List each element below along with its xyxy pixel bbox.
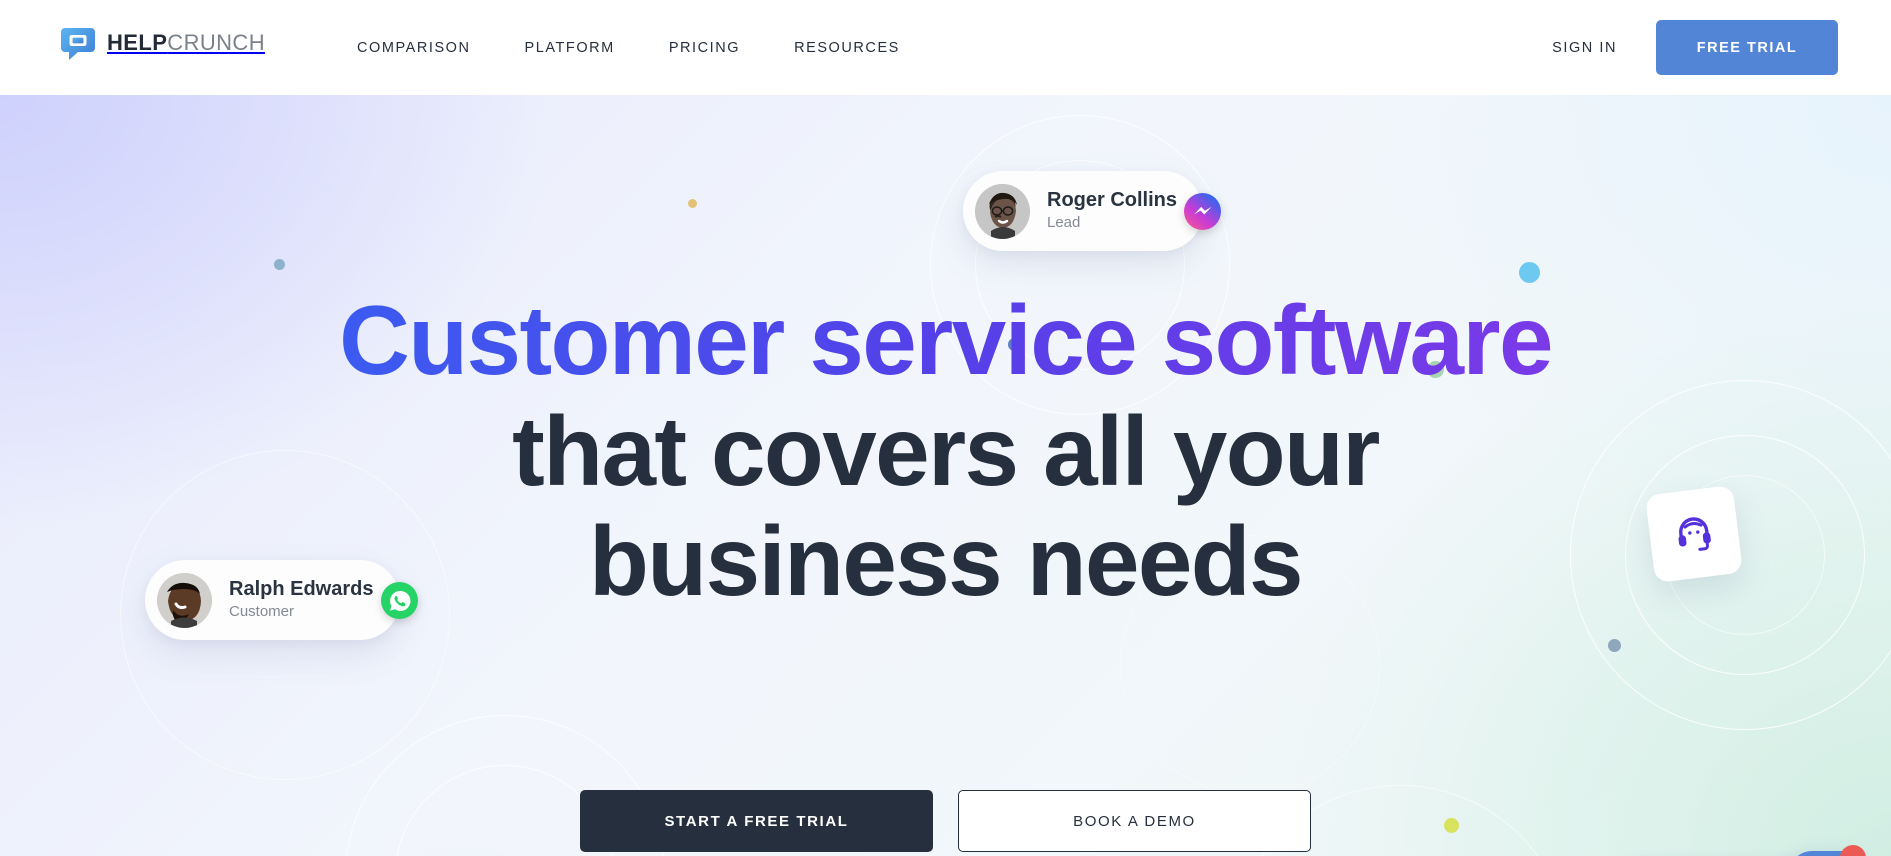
decor-dot-gray [1608, 639, 1621, 652]
decor-dot-yellow [688, 199, 697, 208]
decor-dot-blue-gray [274, 259, 285, 270]
person-card-ralph-edwards[interactable]: Ralph Edwards Customer [145, 560, 418, 640]
hero-section: Customer service software that covers al… [0, 95, 1891, 856]
person-role: Customer [229, 603, 295, 621]
person-info: Ralph Edwards Customer [229, 577, 373, 623]
free-trial-button[interactable]: FREE TRIAL [1656, 20, 1838, 75]
logo-bold-text: HELP [107, 30, 168, 55]
messenger-icon [1184, 193, 1221, 230]
chat-bubble-logo-icon [60, 25, 96, 61]
main-navigation: COMPARISON PLATFORM PRICING RESOURCES [330, 0, 927, 95]
nav-item-pricing[interactable]: PRICING [642, 40, 767, 56]
person-card-roger-collins[interactable]: Roger Collins Lead [963, 171, 1221, 251]
headline-line-2: that covers all your [512, 395, 1380, 506]
avatar [157, 572, 212, 628]
book-a-demo-button[interactable]: BOOK A DEMO [958, 790, 1311, 852]
sign-in-link[interactable]: SIGN IN [1552, 40, 1617, 56]
support-headset-icon [1669, 507, 1719, 561]
logo-light-text: CRUNCH [167, 30, 266, 55]
headline-line-3: business needs [589, 506, 1303, 617]
nav-item-resources[interactable]: RESOURCES [767, 40, 927, 56]
person-name: Ralph Edwards [229, 578, 374, 601]
start-free-trial-button[interactable]: START A FREE TRIAL [580, 790, 933, 852]
header-actions: SIGN IN FREE TRIAL [1552, 0, 1838, 95]
person-info: Roger Collins Lead [1047, 188, 1177, 234]
hero-cta-row: START A FREE TRIAL BOOK A DEMO [0, 790, 1891, 852]
nav-item-comparison[interactable]: COMPARISON [330, 40, 498, 56]
logo-wordmark: HELPCRUNCH [107, 32, 265, 54]
decor-dot-lightblue [1519, 262, 1540, 283]
logo-link[interactable]: HELPCRUNCH [60, 25, 265, 61]
tile-support-headset [1644, 484, 1744, 584]
site-header: HELPCRUNCH COMPARISON PLATFORM PRICING R… [0, 0, 1891, 95]
nav-item-platform[interactable]: PLATFORM [498, 40, 642, 56]
headline-line-1: Customer service software [339, 285, 1553, 395]
avatar [975, 183, 1030, 239]
whatsapp-icon [381, 582, 418, 619]
person-name: Roger Collins [1047, 189, 1178, 212]
person-role: Lead [1047, 214, 1081, 232]
